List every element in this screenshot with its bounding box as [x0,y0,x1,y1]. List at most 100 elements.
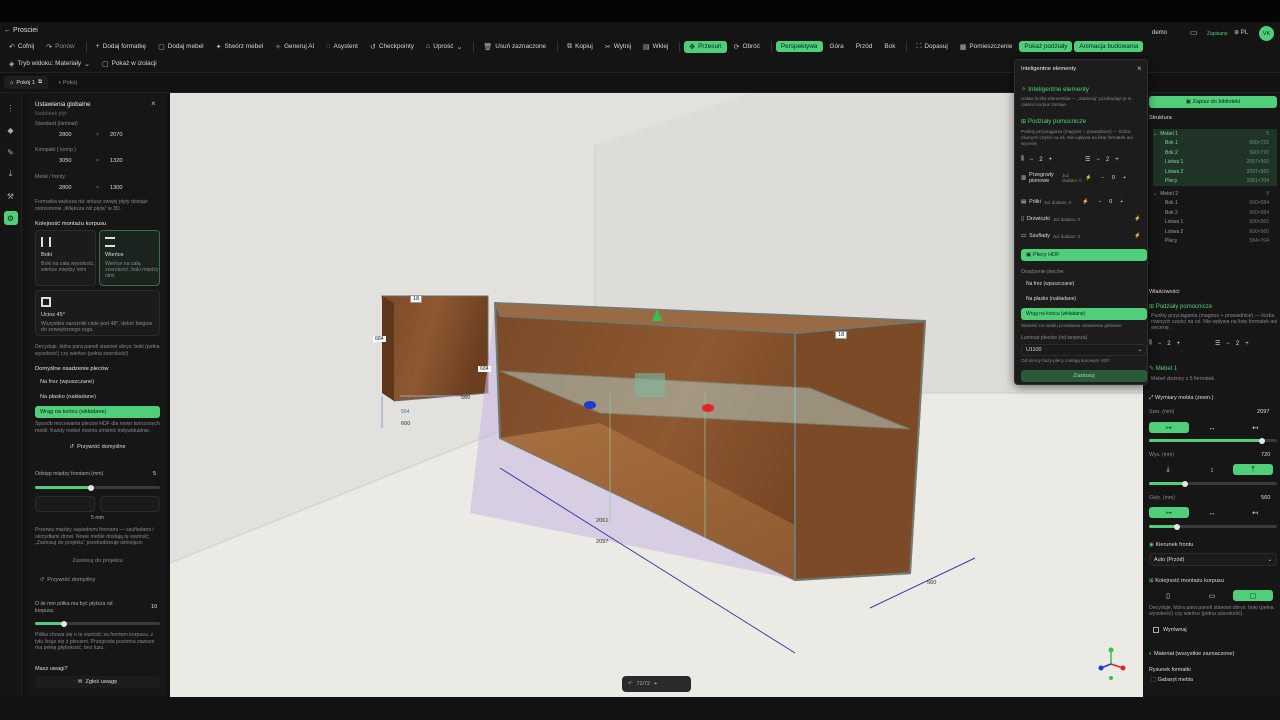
mount-option[interactable]: Na frez (wpuszczane) [1021,278,1147,290]
board-width[interactable]: 2800 [59,132,71,138]
build-animation-button[interactable]: Animacja budowania [1074,41,1144,52]
minus-icon[interactable]: − [1098,199,1101,205]
board-height[interactable]: 2070 [110,132,122,138]
width-slider[interactable] [1149,437,1277,444]
ruler-icon[interactable]: ✎ [4,145,18,159]
tree-item[interactable]: Bok 2 560×684 [1153,208,1277,218]
hdf-back-button[interactable]: ▣ Plecy HDF [1021,249,1147,261]
assistant-button[interactable]: ◌ Asystent [321,41,363,52]
side-view-button[interactable]: Bok [879,41,900,52]
tree-item[interactable]: Plecy 584×704 [1153,237,1277,247]
tree-item[interactable]: Listwa 2 600×560 [1153,227,1277,237]
assembly-sides-button[interactable]: ▯ [1157,590,1179,602]
slider-knob[interactable] [1259,437,1265,444]
depth-slider[interactable] [1149,523,1277,530]
align-back-button[interactable]: ↤ [1244,507,1266,519]
hdf-option[interactable]: Na płasko (nakładane) [35,391,160,403]
perspective-button[interactable]: Perspektywa [775,41,823,52]
apply-project-button[interactable]: Zastosuj do projektu [35,554,160,568]
tree-item[interactable]: Listwa 1 600×560 [1153,218,1277,228]
plus-icon[interactable]: + [1115,157,1119,163]
tree-item[interactable]: Bok 1 560×720 [1153,138,1277,148]
apply-button[interactable]: Zastosuj [1021,370,1147,382]
download-icon[interactable]: ⤓ [4,167,18,181]
create-furniture-button[interactable]: ✦ Stwórz mebel [211,41,269,53]
width-value[interactable]: 2097 [1257,409,1269,415]
align-right-button[interactable]: ↤ [1244,422,1266,434]
minus-icon[interactable]: − [1030,157,1034,163]
plus-icon[interactable]: + [1245,341,1249,347]
height-value[interactable]: 720 [1261,452,1270,458]
slider-knob[interactable] [1182,480,1188,487]
assembly-option-miter[interactable]: Ucios 45° Wszystkie narożniki cięte pod … [35,290,160,336]
add-board-button[interactable]: + Dodaj formatkę [91,41,151,52]
magic-icon[interactable]: ⚡ [1085,175,1092,181]
mount-option[interactable]: Na płasko (nakładane) [1021,293,1147,305]
horizontal-divisions-stepper[interactable]: ☰ −2 + [1085,156,1119,164]
assembly-option-sides[interactable]: Boki Boki na całą wysokość, wieńce międz… [35,230,96,286]
slider-knob[interactable] [61,620,67,627]
board-width[interactable]: 3050 [59,158,71,164]
board-height[interactable]: 1300 [110,185,122,191]
gizmo-x-handle[interactable] [584,401,596,409]
depth-value[interactable]: 560 [1261,495,1270,501]
horizontal-divisions-stepper[interactable]: ☰ −2 + [1215,340,1249,348]
align-left-button[interactable]: ↦ [1149,422,1189,433]
top-view-button[interactable]: Góra [825,41,849,52]
plus-icon[interactable]: + [1049,157,1053,163]
tree-item[interactable]: Plecy 2081×704 [1153,176,1277,186]
plus-icon[interactable]: + [1177,341,1181,347]
restore-default-button[interactable]: ↺ Przywróć domyślne [35,440,160,454]
board-height[interactable]: 1320 [110,158,122,164]
magic-icon[interactable]: ⚡ [1082,199,1089,205]
wrench-icon[interactable]: ⚒ [4,189,18,203]
show-divisions-button[interactable]: Pokaż podziały [1019,41,1073,52]
minus-icon[interactable]: − [1101,175,1104,181]
menu-icon[interactable]: ⋮ [4,101,18,115]
add-room-tab[interactable]: + Pokój [52,77,83,89]
minus-icon[interactable]: − [1096,157,1100,163]
gap-input-b[interactable] [100,496,160,512]
shelf-slider[interactable] [35,620,160,627]
close-icon[interactable]: × [151,99,156,108]
rotate-button[interactable]: ⟳ Obróć [729,41,765,53]
delete-selection-button[interactable]: 🗑 Usuń zaznaczone [478,41,551,53]
front-dir-select[interactable]: Auto (Przód) ⌄ [1149,553,1277,566]
tree-item[interactable]: Listwa 1 2097×560 [1153,157,1277,167]
simplify-button[interactable]: ⌂ Uprość ⌄ [421,41,467,53]
gizmo-x-handle-red[interactable] [702,404,714,412]
avatar[interactable]: VK [1259,26,1274,41]
assembly-option-top-bottom[interactable]: Wieńce Wieńce na całą szerokość, boki mi… [99,230,160,286]
restore-default-button-2[interactable]: ↺ Przywróć domyślny [35,573,100,587]
hdf-option[interactable]: Na frez (wpuszczane) [35,376,160,388]
magic-icon[interactable]: ⚡ [1134,233,1145,239]
isolation-button[interactable]: ▢ Pokaż w izolacji [97,58,162,70]
monitor-icon[interactable]: ▭ [1190,28,1198,37]
center-vertical-button[interactable]: ↕ [1201,464,1223,476]
align-front-button[interactable]: ↦ [1149,507,1189,518]
3d-viewport[interactable]: 18 684 560 600 564 2061 2097 560 18 684 [170,93,1143,697]
undo-button[interactable]: ↶ Cofnij [4,41,39,53]
vertical-divisions-stepper[interactable]: ⫼ −2 + [1149,340,1180,347]
slider-knob[interactable] [1174,523,1180,530]
room-button[interactable]: ▦ Pomieszczenie [955,41,1018,53]
align-bottom-button[interactable]: ⤓ [1157,464,1179,476]
cabinet-2[interactable] [381,295,489,402]
height-slider[interactable] [1149,480,1277,487]
tab-room-1[interactable]: ⌂ Pokój 1 ⧉ [4,76,49,89]
front-view-button[interactable]: Przód [851,41,878,52]
align-top-button[interactable]: ⤒ [1233,464,1273,475]
cabinet-1-side[interactable] [794,319,927,582]
redo-button[interactable]: ↷ Ponów [41,41,79,53]
fit-button[interactable]: ⛶ Dopasuj [911,41,952,53]
bottom-status-pill[interactable]: ↶ 72/72 ⌖ [622,676,691,692]
slider-knob[interactable] [88,484,94,491]
gear-icon[interactable]: ⚙ [3,211,18,225]
scene-canvas[interactable] [170,93,1143,697]
plus-icon[interactable]: + [1123,175,1126,181]
add-furniture-button[interactable]: ▢ Dodaj mebel [153,41,209,53]
plus-icon[interactable]: + [1120,199,1123,205]
tree-item-furniture-1[interactable]: ⌄ Mebel 1 5 [1153,129,1277,139]
vertical-divisions-stepper[interactable]: ⫼ −2 + [1021,156,1052,163]
minus-icon[interactable]: − [1158,341,1162,347]
